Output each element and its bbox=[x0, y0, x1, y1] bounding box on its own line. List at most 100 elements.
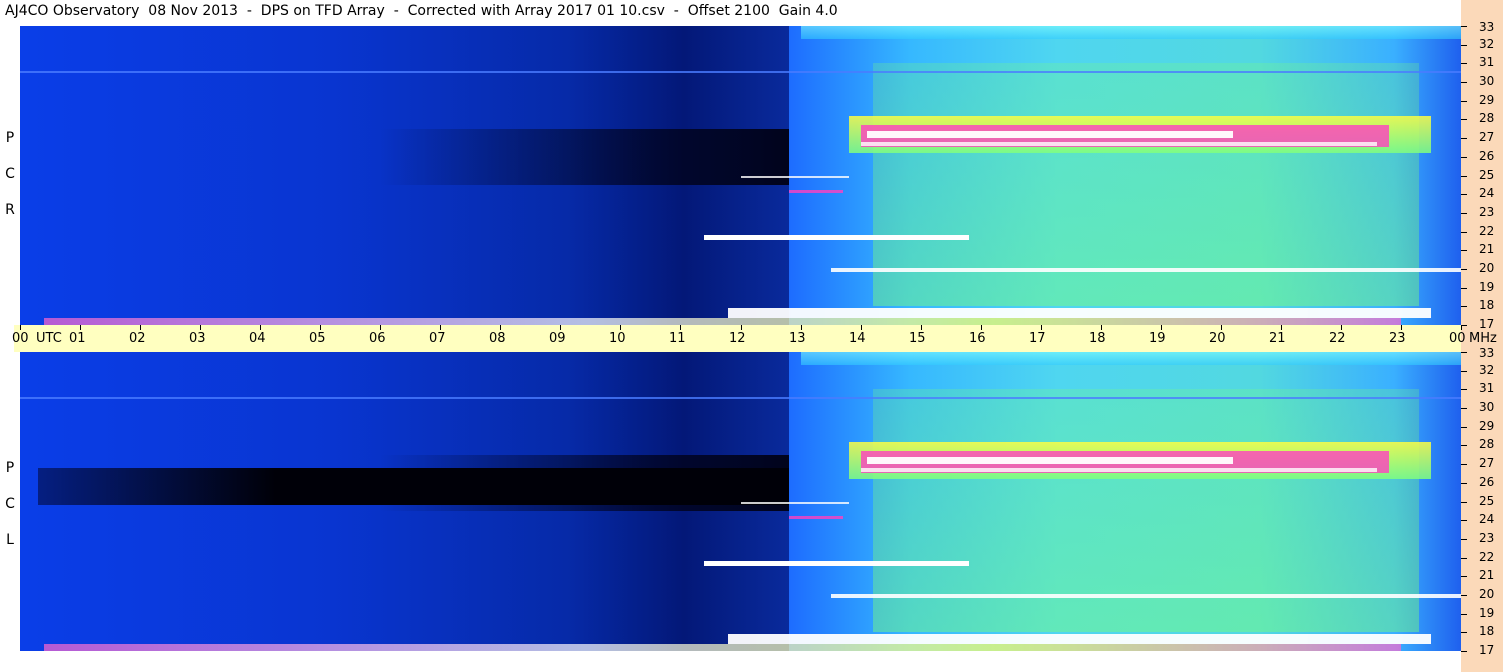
lcp-rfi-25 bbox=[740, 501, 849, 505]
lcp-burst-band-white bbox=[866, 456, 1233, 465]
rcp-rfi-17-6 bbox=[728, 308, 1431, 318]
freq-tick-mark-0-26 bbox=[1461, 157, 1467, 158]
freq-tick-mark-1-24 bbox=[1461, 520, 1467, 521]
rcp-label-c: C bbox=[5, 166, 15, 182]
rcp-rfi-25 bbox=[740, 175, 849, 179]
time-tick-mark-6 bbox=[380, 325, 382, 330]
lcp-burst-band-white-2 bbox=[860, 467, 1377, 472]
time-tick-mark-11 bbox=[680, 325, 682, 330]
time-tick-6: 06 bbox=[369, 331, 386, 346]
freq-tick-1-28: 28 bbox=[1479, 437, 1495, 452]
time-tick-mark-20 bbox=[1220, 325, 1222, 330]
time-tick-5: 05 bbox=[309, 331, 326, 346]
time-tick-mark-1 bbox=[80, 325, 82, 330]
freq-tick-0-33: 33 bbox=[1479, 20, 1495, 34]
lcp-rfi-17-6 bbox=[728, 634, 1431, 644]
freq-tick-mark-1-17 bbox=[1461, 651, 1467, 652]
time-tick-mark-23 bbox=[1400, 325, 1402, 330]
freq-tick-0-28: 28 bbox=[1479, 111, 1495, 126]
rcp-burst-band-white-2 bbox=[860, 141, 1377, 146]
freq-tick-mark-1-20 bbox=[1461, 595, 1467, 596]
time-tick-mark-21 bbox=[1280, 325, 1282, 330]
time-tick-mark-2 bbox=[140, 325, 142, 330]
time-tick-17: 17 bbox=[1029, 331, 1046, 346]
freq-tick-mark-1-32 bbox=[1461, 371, 1467, 372]
time-tick-mark-15 bbox=[920, 325, 922, 330]
time-tick-mark-14 bbox=[860, 325, 862, 330]
freq-tick-1-21: 21 bbox=[1479, 568, 1495, 583]
time-tick-mark-19 bbox=[1160, 325, 1162, 330]
freq-tick-0-25: 25 bbox=[1479, 167, 1495, 182]
rcp-burst-band-white bbox=[866, 130, 1233, 139]
freq-tick-mark-1-31 bbox=[1461, 389, 1467, 390]
freq-tick-0-30: 30 bbox=[1479, 74, 1495, 89]
time-tick-9: 09 bbox=[549, 331, 566, 346]
rcp-rfi-20 bbox=[830, 268, 1461, 272]
time-tick-1: 01 bbox=[69, 331, 86, 346]
freq-tick-1-29: 29 bbox=[1479, 418, 1495, 433]
freq-tick-mark-1-19 bbox=[1461, 614, 1467, 615]
freq-tick-0-20: 20 bbox=[1479, 260, 1495, 275]
freq-tick-1-30: 30 bbox=[1479, 400, 1495, 415]
freq-tick-mark-0-21 bbox=[1461, 250, 1467, 251]
rcp-top-line bbox=[20, 70, 1461, 73]
freq-tick-0-18: 18 bbox=[1479, 298, 1495, 313]
freq-tick-mark-0-28 bbox=[1461, 119, 1467, 120]
time-tick-22: 22 bbox=[1329, 331, 1346, 346]
lcp-rfi-20 bbox=[830, 594, 1461, 598]
time-tick-mark-5 bbox=[320, 325, 322, 330]
freq-unit-label: MHz bbox=[1469, 331, 1497, 346]
freq-tick-mark-0-27 bbox=[1461, 138, 1467, 139]
freq-tick-mark-1-30 bbox=[1461, 408, 1467, 409]
lcp-label-p: P bbox=[5, 460, 15, 476]
freq-tick-1-31: 31 bbox=[1479, 381, 1495, 396]
freq-tick-0-32: 32 bbox=[1479, 36, 1495, 51]
freq-tick-0-29: 29 bbox=[1479, 92, 1495, 107]
freq-tick-1-18: 18 bbox=[1479, 624, 1495, 639]
freq-tick-1-26: 26 bbox=[1479, 474, 1495, 489]
freq-tick-1-24: 24 bbox=[1479, 512, 1495, 527]
freq-tick-mark-0-30 bbox=[1461, 82, 1467, 83]
freq-tick-mark-1-27 bbox=[1461, 464, 1467, 465]
freq-tick-0-24: 24 bbox=[1479, 186, 1495, 201]
freq-tick-0-27: 27 bbox=[1479, 130, 1495, 145]
freq-tick-mark-0-29 bbox=[1461, 101, 1467, 102]
time-tick-mark-16 bbox=[980, 325, 982, 330]
rcp-rfi-22 bbox=[704, 235, 969, 240]
time-tick-20: 20 bbox=[1209, 331, 1226, 346]
time-tick-mark-4 bbox=[260, 325, 262, 330]
freq-tick-mark-0-24 bbox=[1461, 194, 1467, 195]
time-tick-11: 11 bbox=[669, 331, 686, 346]
freq-tick-1-23: 23 bbox=[1479, 530, 1495, 545]
rcp-spectrogram bbox=[20, 26, 1461, 325]
lcp-dark-band bbox=[38, 467, 831, 506]
freq-tick-mark-1-33 bbox=[1461, 352, 1467, 353]
chart-title: AJ4CO Observatory 08 Nov 2013 - DPS on T… bbox=[5, 3, 838, 19]
time-tick-2: 02 bbox=[129, 331, 146, 346]
freq-tick-mark-0-23 bbox=[1461, 213, 1467, 214]
time-tick-0: 00 bbox=[12, 331, 29, 346]
time-tick-mark-10 bbox=[620, 325, 622, 330]
time-tick-mark-22 bbox=[1340, 325, 1342, 330]
freq-tick-mark-1-29 bbox=[1461, 427, 1467, 428]
time-tick-21: 21 bbox=[1269, 331, 1286, 346]
lcp-rfi-22 bbox=[704, 561, 969, 566]
freq-tick-mark-1-21 bbox=[1461, 576, 1467, 577]
freq-tick-mark-1-25 bbox=[1461, 502, 1467, 503]
freq-tick-mark-0-19 bbox=[1461, 288, 1467, 289]
time-tick-mark-8 bbox=[500, 325, 502, 330]
time-tick-mark-18 bbox=[1100, 325, 1102, 330]
time-tick-15: 15 bbox=[909, 331, 926, 346]
freq-tick-0-26: 26 bbox=[1479, 148, 1495, 163]
freq-tick-1-19: 19 bbox=[1479, 605, 1495, 620]
freq-tick-0-19: 19 bbox=[1479, 279, 1495, 294]
freq-tick-1-33: 33 bbox=[1479, 346, 1495, 360]
freq-tick-1-27: 27 bbox=[1479, 456, 1495, 471]
freq-tick-mark-1-28 bbox=[1461, 445, 1467, 446]
time-tick-mark-17 bbox=[1040, 325, 1042, 330]
freq-tick-mark-0-22 bbox=[1461, 232, 1467, 233]
freq-tick-1-20: 20 bbox=[1479, 586, 1495, 601]
freq-tick-0-22: 22 bbox=[1479, 223, 1495, 238]
time-tick-12: 12 bbox=[729, 331, 746, 346]
time-tick-mark-9 bbox=[560, 325, 562, 330]
